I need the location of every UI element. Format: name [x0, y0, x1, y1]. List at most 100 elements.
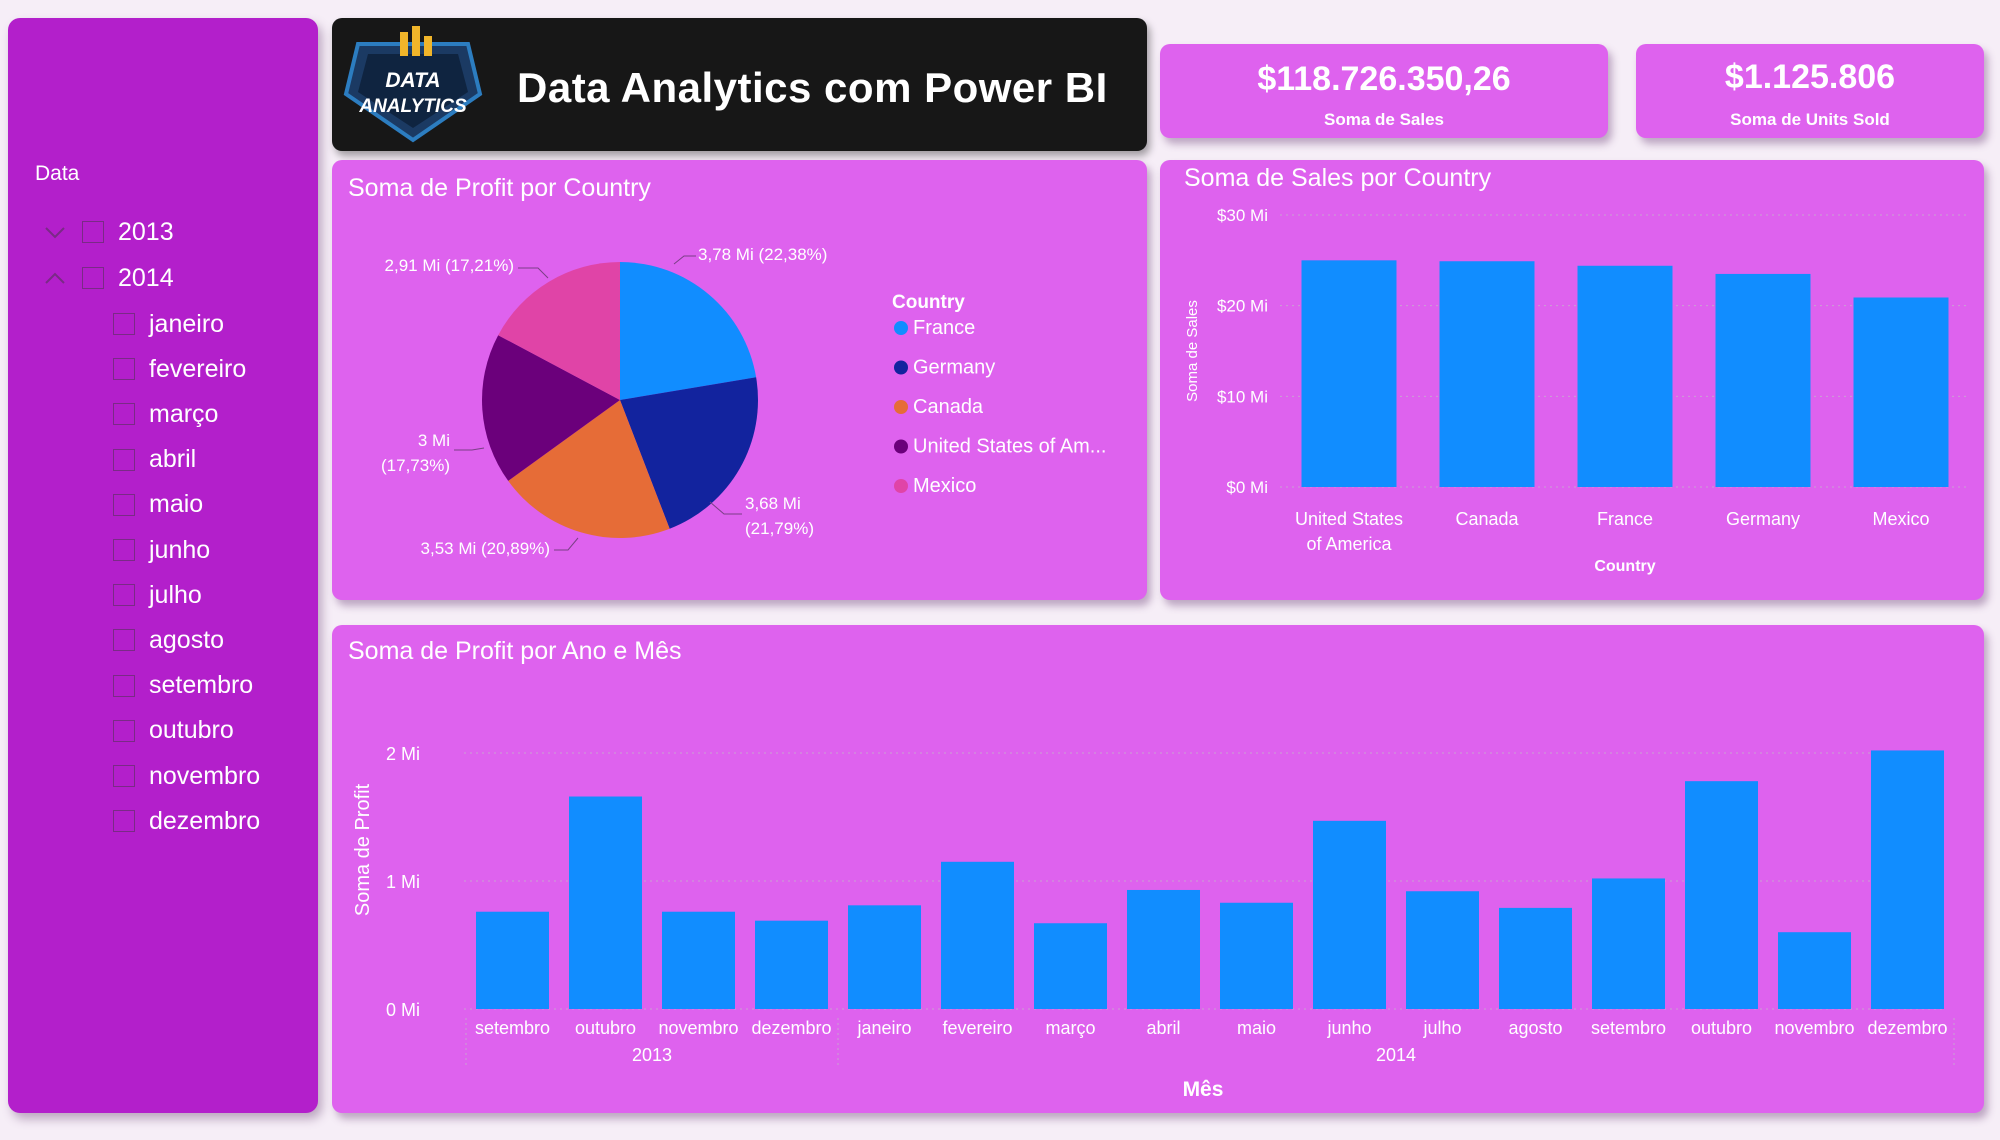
- checkbox[interactable]: [113, 810, 135, 833]
- profit-bar[interactable]: [1034, 923, 1107, 1009]
- profit-bar[interactable]: [941, 861, 1014, 1009]
- slicer-item-label: março: [149, 399, 219, 428]
- legend-title: Country: [892, 292, 965, 313]
- checkbox[interactable]: [113, 539, 135, 561]
- x-axis-title: Mês: [1183, 1078, 1224, 1101]
- profit-bar[interactable]: [1220, 902, 1293, 1009]
- legend-item[interactable]: Mexico: [894, 475, 976, 497]
- legend-label: Mexico: [913, 475, 976, 497]
- slicer-item-label: 2013: [118, 217, 174, 246]
- y-tick-label: $20 Mi: [1217, 297, 1268, 316]
- sales-bar[interactable]: [1301, 260, 1397, 487]
- sales-bar[interactable]: [1439, 261, 1535, 487]
- pie-leader-line: [673, 255, 696, 265]
- sales-bar[interactable]: [1853, 297, 1949, 487]
- legend-item[interactable]: France: [894, 317, 975, 339]
- checkbox[interactable]: [113, 448, 135, 471]
- checkbox[interactable]: [113, 403, 135, 426]
- checkbox[interactable]: [113, 313, 135, 335]
- x-tick-label: outubro: [1691, 1018, 1752, 1038]
- profit-bar[interactable]: [1685, 781, 1758, 1009]
- slicer-month-11[interactable]: dezembro: [113, 806, 260, 836]
- profit-bar[interactable]: [476, 911, 549, 1009]
- profit-bar[interactable]: [1499, 907, 1572, 1009]
- profit-by-country-visual[interactable]: Soma de Profit por Country 3,78 Mi (22,3…: [332, 160, 1147, 600]
- x-tick-label: dezembro: [751, 1018, 831, 1038]
- profit-by-month-visual[interactable]: Soma de Profit por Ano e Mês 0 Mi 1 Mi 2 M…: [332, 625, 1984, 1113]
- slicer-month-3[interactable]: abril: [113, 445, 196, 475]
- slicer-item-label: fevereiro: [149, 354, 247, 383]
- slicer-month-8[interactable]: setembro: [113, 671, 253, 701]
- pie-data-label: 3 Mi: [418, 431, 450, 450]
- slicer-month-0[interactable]: janeiro: [113, 309, 224, 339]
- checkbox[interactable]: [113, 674, 135, 697]
- x-axis-title: Country: [1594, 558, 1655, 575]
- y-tick-label: 1 Mi: [386, 872, 420, 892]
- legend-marker: [894, 360, 908, 375]
- x-tick-label: junho: [1326, 1018, 1371, 1038]
- legend-item[interactable]: Canada: [894, 396, 984, 418]
- chevron-down-icon[interactable]: [44, 217, 66, 247]
- sales-by-country-visual[interactable]: Soma de Sales por Country $0 Mi $10 Mi $20…: [1160, 160, 1984, 600]
- profit-bar[interactable]: [1592, 878, 1665, 1009]
- sales-bar[interactable]: [1715, 273, 1811, 487]
- slicer-month-5[interactable]: junho: [113, 535, 210, 565]
- x-tick-label: Germany: [1726, 509, 1800, 529]
- x-tick-label: setembro: [475, 1018, 550, 1038]
- pie-data-label: 2,91 Mi (17,21%): [385, 256, 514, 275]
- slicer-month-6[interactable]: julho: [113, 580, 202, 610]
- profit-bar[interactable]: [1313, 820, 1386, 1009]
- group-label: 2013: [632, 1045, 672, 1065]
- legend-label: Canada: [913, 396, 984, 418]
- sales-bar-chart: $0 Mi $10 Mi $20 Mi $30 Mi United States of A…: [1184, 206, 1970, 575]
- slicer-item-label: janeiro: [149, 309, 225, 338]
- kpi-card-sales[interactable]: $118.726.350,26 Soma de Sales: [1160, 44, 1608, 138]
- profit-bar[interactable]: [848, 905, 921, 1009]
- slicer-month-1[interactable]: fevereiro: [113, 354, 246, 384]
- header-banner: DATA ANALYTICS Data Analytics com Power …: [332, 18, 1147, 151]
- data-analytics-logo: DATA ANALYTICS: [343, 26, 483, 143]
- pie-slice[interactable]: [620, 262, 757, 400]
- profit-bar[interactable]: [1778, 932, 1851, 1009]
- slicer-month-4[interactable]: maio: [113, 490, 203, 520]
- sales-bar[interactable]: [1577, 265, 1673, 487]
- profit-bar[interactable]: [1127, 889, 1200, 1009]
- pie-data-label: 3,53 Mi (20,89%): [421, 539, 550, 558]
- profit-bar[interactable]: [662, 911, 735, 1009]
- slicer-month-7[interactable]: agosto: [113, 625, 224, 655]
- legend-marker: [894, 400, 908, 414]
- slicer-month-10[interactable]: novembro: [113, 761, 260, 791]
- legend-item[interactable]: United States of Am...: [894, 436, 1106, 458]
- kpi-sales-value: $118.726.350,26: [1257, 60, 1511, 98]
- checkbox[interactable]: [113, 719, 135, 742]
- slicer-item-label: julho: [149, 580, 202, 609]
- legend-item[interactable]: Germany: [894, 357, 995, 379]
- checkbox[interactable]: [82, 221, 104, 243]
- profit-bar[interactable]: [1871, 750, 1944, 1009]
- slicer-item-label: agosto: [149, 625, 225, 654]
- profit-bar[interactable]: [755, 920, 828, 1009]
- slicer-item-label: maio: [149, 490, 204, 519]
- slicer-month-9[interactable]: outubro: [113, 716, 234, 746]
- profit-bar[interactable]: [1406, 891, 1479, 1009]
- slicer-item-label: junho: [149, 535, 211, 564]
- slicer-title: Data: [35, 162, 80, 185]
- slicer-month-2[interactable]: março: [113, 399, 218, 429]
- checkbox[interactable]: [113, 584, 135, 607]
- pie-data-label: (17,73%): [381, 456, 450, 475]
- dashboard-title: Data Analytics com Power BI: [517, 64, 1108, 111]
- x-tick-label: maio: [1237, 1018, 1276, 1038]
- checkbox[interactable]: [113, 493, 135, 516]
- legend-label: United States of Am...: [913, 436, 1106, 458]
- x-tick-label: abril: [1146, 1018, 1180, 1038]
- checkbox[interactable]: [113, 629, 135, 652]
- profit-bar-chart: 0 Mi 1 Mi 2 Mi setembro outubro novembro dezem…: [352, 744, 1955, 1101]
- kpi-card-units[interactable]: $1.125.806 Soma de Units Sold: [1636, 44, 1984, 138]
- chevron-up-icon[interactable]: [44, 263, 66, 293]
- checkbox[interactable]: [82, 267, 104, 289]
- checkbox[interactable]: [113, 358, 135, 381]
- slicer-year-2013[interactable]: 2013: [44, 217, 174, 247]
- checkbox[interactable]: [113, 765, 135, 787]
- slicer-year-2014[interactable]: 2014: [44, 263, 174, 293]
- profit-bar[interactable]: [569, 796, 642, 1009]
